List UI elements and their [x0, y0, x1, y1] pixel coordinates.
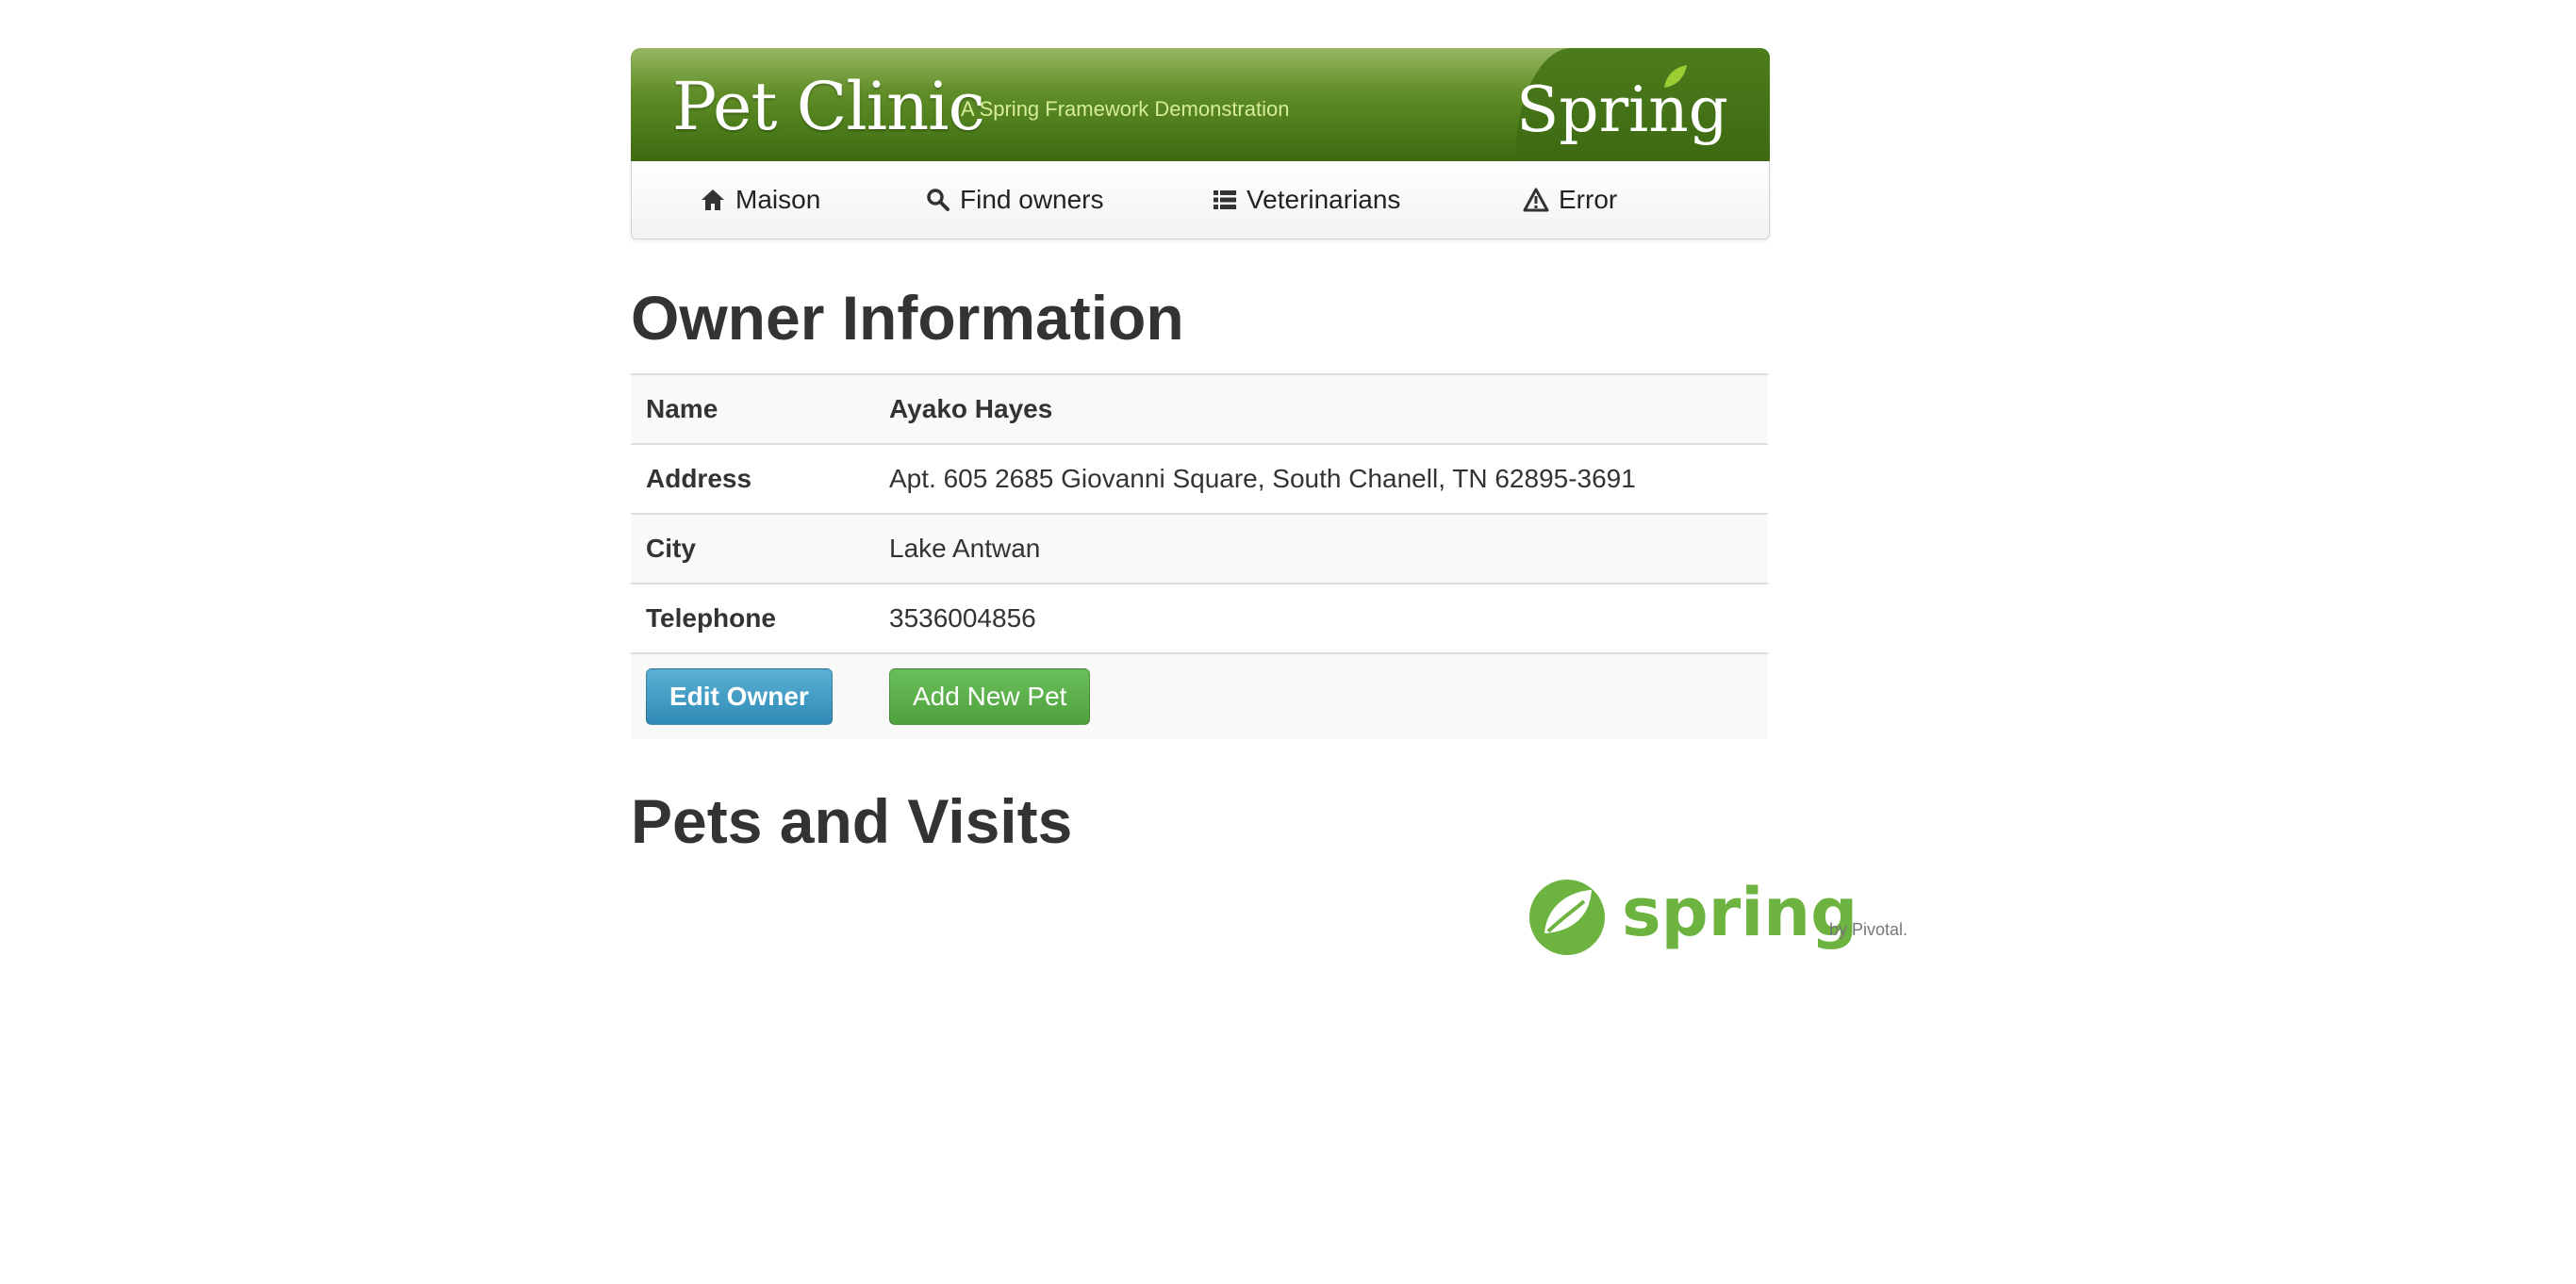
spring-wordmark: Spring	[1516, 74, 1728, 146]
owner-telephone: 3536004856	[874, 583, 1768, 653]
edit-owner-cell: Edit Owner	[631, 652, 874, 739]
owner-info-table: Name Ayako Hayes Address Apt. 605 2685 G…	[631, 373, 1768, 739]
nav-label-error: Error	[1559, 185, 1618, 214]
page-container: Pet Clinic A Spring Framework Demonstrat…	[631, 48, 1770, 856]
navbar: Maison Find owners Veterinarians Error	[631, 161, 1770, 239]
nav-item-find-owners[interactable]: Find owners	[926, 161, 1104, 239]
row-label-telephone: Telephone	[631, 583, 874, 653]
table-row: Name Ayako Hayes	[631, 373, 1768, 444]
warning-icon	[1523, 188, 1549, 212]
header-banner: Pet Clinic A Spring Framework Demonstrat…	[631, 48, 1770, 161]
home-icon	[702, 189, 724, 210]
owner-address: Apt. 605 2685 Giovanni Square, South Cha…	[874, 443, 1768, 514]
owner-name: Ayako Hayes	[874, 373, 1768, 444]
owner-city: Lake Antwan	[874, 513, 1768, 584]
brand-subtitle: A Spring Framework Demonstration	[961, 97, 1290, 121]
nav-item-veterinarians[interactable]: Veterinarians	[1213, 161, 1400, 239]
spring-logo-word: spring	[1622, 875, 1858, 951]
add-pet-cell: Add New Pet	[874, 652, 1768, 739]
spring-pivotal-logo: spring by Pivotal.	[1529, 875, 1907, 955]
nav-item-error[interactable]: Error	[1523, 161, 1617, 239]
table-row-actions: Edit Owner Add New Pet	[631, 652, 1768, 739]
table-row: City Lake Antwan	[631, 513, 1768, 584]
owner-information-heading: Owner Information	[631, 283, 1184, 353]
edit-owner-button[interactable]: Edit Owner	[646, 668, 833, 725]
table-row: Address Apt. 605 2685 Giovanni Square, S…	[631, 443, 1768, 514]
brand-title: Pet Clinic	[672, 68, 985, 145]
nav-label-find-owners: Find owners	[960, 185, 1104, 214]
row-label-address: Address	[631, 443, 874, 514]
pivotal-byline: by Pivotal.	[1829, 920, 1907, 939]
nav-label-home: Maison	[735, 185, 821, 214]
row-label-city: City	[631, 513, 874, 584]
list-icon	[1214, 190, 1236, 209]
nav-item-home[interactable]: Maison	[700, 161, 820, 239]
pets-and-visits-heading: Pets and Visits	[631, 786, 1073, 856]
table-row: Telephone 3536004856	[631, 583, 1768, 653]
nav-label-veterinarians: Veterinarians	[1247, 185, 1401, 214]
row-label-name: Name	[631, 373, 874, 444]
search-icon	[927, 189, 949, 211]
add-new-pet-button[interactable]: Add New Pet	[889, 668, 1091, 725]
